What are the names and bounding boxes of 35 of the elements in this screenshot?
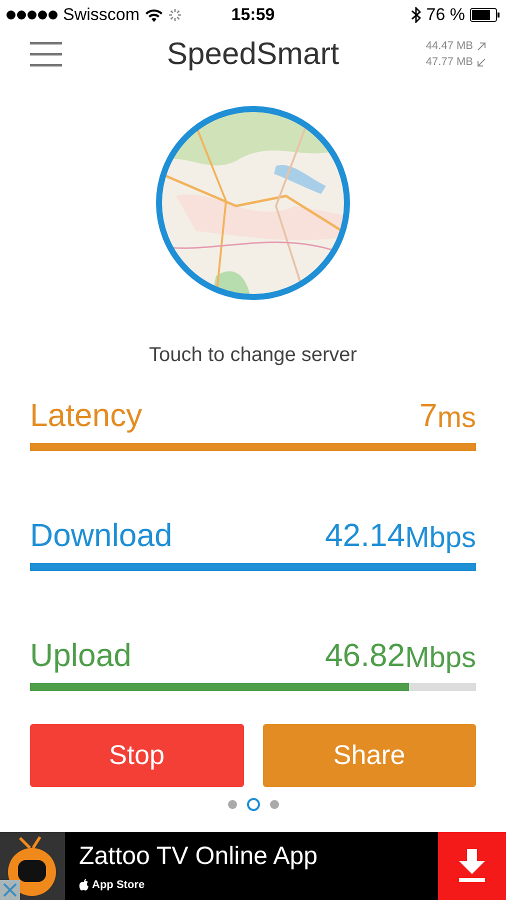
clock-time: 15:59 (231, 5, 275, 25)
action-button[interactable]: Stop (30, 724, 244, 787)
metric-unit: Mbps (405, 522, 476, 553)
metric-value: 7 (420, 399, 438, 433)
download-icon (457, 849, 487, 883)
metric-label: Download (30, 519, 172, 553)
menu-icon[interactable] (30, 41, 62, 67)
signal-icon (6, 10, 58, 20)
page-dot[interactable] (246, 798, 260, 810)
close-icon[interactable] (0, 880, 20, 900)
metric-value: 42.14 (325, 519, 406, 553)
spinner-icon (168, 8, 182, 22)
arrow-up-right-icon (477, 42, 486, 50)
battery-icon (470, 8, 500, 22)
bluetooth-icon (411, 7, 422, 23)
page-dot[interactable] (270, 800, 278, 808)
ad-title[interactable]: Zattoo TV Online App (79, 842, 438, 870)
arrow-down-left-icon (477, 58, 486, 66)
metric-label: Latency (30, 399, 142, 433)
metric-unit: Mbps (405, 642, 476, 673)
tv-icon (0, 832, 65, 900)
metric-value: 46.82 (325, 639, 406, 673)
downloaded-amount: 47.77 MB (426, 56, 473, 68)
carrier-name: Swisscom (63, 5, 140, 25)
uploaded-amount: 44.47 MB (426, 40, 473, 52)
page-dot[interactable] (228, 800, 236, 808)
store-label: App Store (92, 878, 145, 890)
battery-percent: 76 % (426, 5, 466, 25)
apple-icon (79, 878, 89, 890)
app-title: SpeedSmart (166, 36, 340, 72)
metric-label: Upload (30, 639, 132, 673)
download-button[interactable] (438, 832, 506, 900)
change-server-link[interactable]: Touch to change server (149, 344, 357, 367)
metric-unit: ms (437, 402, 476, 433)
wifi-icon (144, 8, 163, 22)
